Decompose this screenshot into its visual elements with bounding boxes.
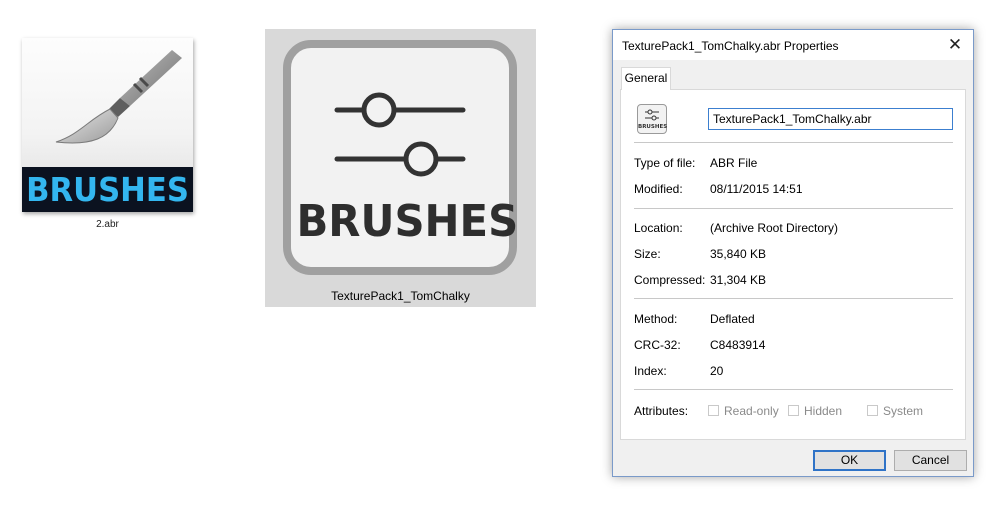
cancel-button[interactable]: Cancel [894, 450, 967, 471]
file-icon-texturepack[interactable]: BRUSHES TexturePack1_TomChalky [265, 29, 536, 307]
method-value: Deflated [710, 312, 755, 326]
compressed-value: 31,304 KB [710, 273, 767, 287]
compressed-label: Compressed: [634, 273, 706, 287]
size-value: 35,840 KB [710, 247, 767, 261]
sliders-icon-small [645, 109, 659, 121]
location-value: (Archive Root Directory) [710, 221, 839, 235]
crc-value: C8483914 [710, 338, 766, 352]
dialog-title: TexturePack1_TomChalky.abr Properties [622, 39, 839, 53]
properties-dialog: TexturePack1_TomChalky.abr Properties ✕ … [612, 29, 974, 477]
modified-label: Modified: [634, 182, 683, 196]
file-icon-2-abr[interactable]: BRUSHES [22, 38, 193, 212]
modified-value: 08/11/2015 14:51 [710, 182, 803, 196]
divider [634, 208, 953, 209]
type-value: ABR File [710, 156, 758, 170]
type-label: Type of file: [634, 156, 696, 170]
brushes-banner: BRUSHES [22, 167, 193, 212]
file-caption-texturepack[interactable]: TexturePack1_TomChalky [265, 289, 536, 303]
paintbrush-icon [55, 50, 182, 144]
divider [634, 142, 953, 143]
banner-text: BRUSHES [26, 170, 189, 209]
location-label: Location: [634, 221, 683, 235]
file-caption-2-abr[interactable]: 2.abr [22, 219, 193, 230]
crc-label: CRC-32: [634, 338, 681, 352]
checkbox-label: Read-only [724, 404, 779, 418]
filename-field[interactable]: TexturePack1_TomChalky.abr [708, 108, 953, 130]
tab-general[interactable]: General [621, 67, 671, 90]
ok-button[interactable]: OK [813, 450, 886, 471]
checkbox-label: System [883, 404, 924, 418]
index-label: Index: [634, 364, 667, 378]
size-label: Size: [634, 247, 661, 261]
index-value: 20 [710, 364, 724, 378]
divider [634, 389, 953, 390]
method-label: Method: [634, 312, 678, 326]
title-bar[interactable]: TexturePack1_TomChalky.abr Properties ✕ [613, 30, 973, 60]
brushes-file-icon: BRUSHES [637, 104, 667, 134]
checkbox-label: Hidden [804, 404, 843, 418]
checkbox-box[interactable] [788, 405, 799, 416]
attributes-label: Attributes: [634, 404, 689, 418]
brushes-text: BRUSHES [296, 196, 519, 247]
close-icon[interactable]: ✕ [937, 30, 973, 60]
checkbox-box[interactable] [708, 405, 719, 416]
divider [634, 298, 953, 299]
sliders-icon [334, 92, 466, 177]
file-icon-text: BRUSHES [638, 124, 668, 130]
brushes-sliders-icon: BRUSHES [283, 40, 519, 275]
general-panel: BRUSHES TexturePack1_TomChalky.abr Type … [620, 89, 966, 440]
checkbox-box[interactable] [867, 405, 878, 416]
